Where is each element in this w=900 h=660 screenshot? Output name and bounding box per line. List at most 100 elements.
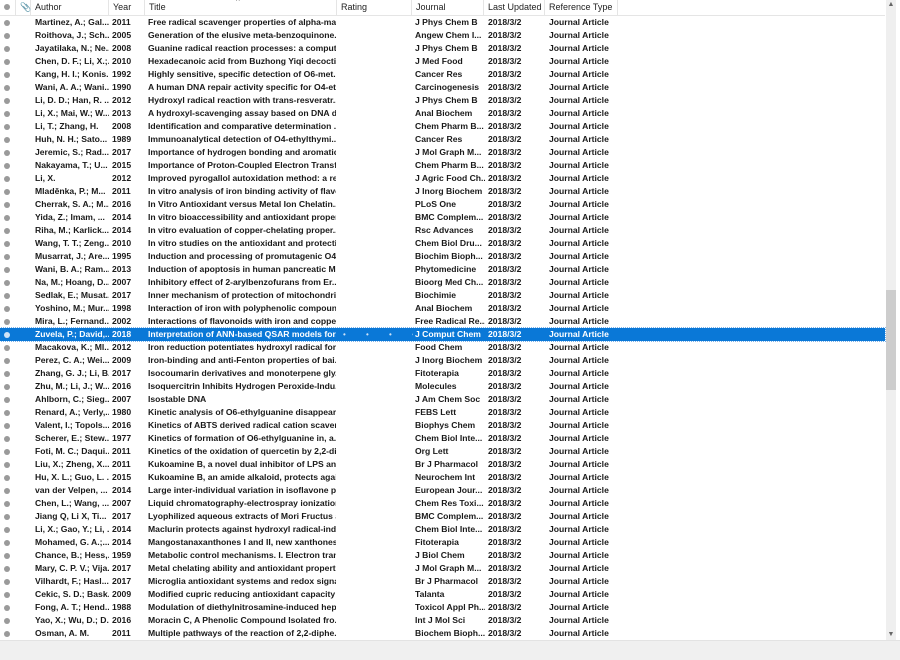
table-row[interactable]: van der Velpen, ... 2014 Large inter-indiv… [0, 484, 885, 497]
table-row[interactable]: Chance, B.; Hess,... 1959 Metabolic contro… [0, 549, 885, 562]
vertical-scrollbar[interactable]: ▲ ▼ [886, 0, 896, 640]
table-row[interactable]: Chen, D. F.; Li, X.;... 2010 Hexadecanoic … [0, 55, 885, 68]
table-row[interactable]: Wani, B. A.; Ram... 2013 Induction of apop… [0, 263, 885, 276]
table-row[interactable]: Cekic, S. D.; Bask... 2009 Modified cupric… [0, 588, 885, 601]
scroll-up-arrow-icon[interactable]: ▲ [886, 0, 896, 10]
table-row[interactable]: Zhu, M.; Li, J.; W... 2016 Isoquercitrin I… [0, 380, 885, 393]
last-updated-cell: 2018/3/2 [488, 290, 522, 300]
table-row[interactable]: Li, X.; Gao, Y.; Li, ... 2014 Maclurin pro… [0, 523, 885, 536]
table-row[interactable]: Jiang Q, Li X, Ti... 2017 Lyophilized aque… [0, 510, 885, 523]
table-row[interactable]: Hu, X. L.; Guo, L. ... 2015 Kukoamine B, a… [0, 471, 885, 484]
last-updated-cell: 2018/3/2 [488, 108, 522, 118]
year-cell: 2016 [112, 420, 132, 430]
table-row[interactable]: Mira, L.; Fernand... 2002 Interactions of … [0, 315, 885, 328]
table-row[interactable]: Fong, A. T.; Hend... 1988 Modulation of di… [0, 601, 885, 614]
table-row[interactable]: Mohamed, G. A.;... 2014 Mangostanaxanthone… [0, 536, 885, 549]
reference-type-cell: Journal Article [549, 563, 609, 573]
table-row[interactable]: Mladěnka, P.; M... 2011 In vitro analysis … [0, 185, 885, 198]
read-status-dot-icon [4, 163, 10, 169]
table-row[interactable]: Foti, M. C.; Daqui... 2011 Kinetics of the… [0, 445, 885, 458]
title-cell: Improved pyrogallol autoxidation method:… [148, 173, 336, 183]
table-row[interactable]: Musarrat, J.; Are... 1995 Induction and pr… [0, 250, 885, 263]
author-cell: Liu, X.; Zheng, X.... [35, 459, 109, 469]
read-status-dot-icon [4, 111, 10, 117]
table-row[interactable]: Wang, T. T.; Zeng... 2010 In vitro studies… [0, 237, 885, 250]
table-row[interactable]: Na, M.; Hoang, D... 2007 Inhibitory effect… [0, 276, 885, 289]
last-updated-cell: 2018/3/2 [488, 147, 522, 157]
table-row[interactable]: Chen, L.; Wang, ... 2007 Liquid chromatogr… [0, 497, 885, 510]
journal-cell: Free Radical Re... [415, 316, 485, 326]
last-updated-cell: 2018/3/2 [488, 329, 522, 339]
year-cell: 1990 [112, 82, 132, 92]
journal-cell: J Inorg Biochem [415, 355, 483, 365]
scrollbar-thumb[interactable] [886, 290, 896, 390]
author-cell: Yida, Z.; Imam, ... [35, 212, 105, 222]
reference-type-cell: Journal Article [549, 420, 609, 430]
read-status-dot-icon [4, 59, 10, 65]
title-cell: Modified cupric reducing antioxidant cap… [148, 589, 336, 599]
column-title[interactable]: Title [145, 0, 337, 15]
table-row[interactable]: Jayatilaka, N.; Ne... 2008 Guanine radical… [0, 42, 885, 55]
table-row[interactable]: Vilhardt, F.; Hasl... 2017 Microglia antio… [0, 575, 885, 588]
year-cell: 2007 [112, 498, 132, 508]
table-row[interactable]: Jeremic, S.; Rad... 2017 Importance of hyd… [0, 146, 885, 159]
table-row[interactable]: Sedlak, E.; Musat... 2017 Inner mechanism … [0, 289, 885, 302]
table-row[interactable]: Mary, C. P. V.; Vija... 2017 Metal chelati… [0, 562, 885, 575]
table-row[interactable]: Yoshino, M.; Mur... 1998 Interaction of ir… [0, 302, 885, 315]
last-updated-cell: 2018/3/2 [488, 30, 522, 40]
title-cell: Kukoamine B, an amide alkaloid, protects… [148, 472, 336, 482]
column-year[interactable]: Year [109, 0, 145, 15]
last-updated-cell: 2018/3/2 [488, 43, 522, 53]
title-cell: Highly sensitive, specific detection of … [148, 69, 336, 79]
title-cell: Importance of hydrogen bonding and aroma… [148, 147, 336, 157]
last-updated-cell: 2018/3/2 [488, 199, 522, 209]
read-status-dot-icon [4, 436, 10, 442]
read-status-dot-icon [4, 592, 10, 598]
table-row[interactable]: Li, D. D.; Han, R. ... 2012 Hydroxyl radic… [0, 94, 885, 107]
title-cell: Immunoanalytical detection of O4-ethylth… [148, 134, 336, 144]
table-row[interactable]: Zhang, G. J.; Li, B... 2017 Isocoumarin de… [0, 367, 885, 380]
table-row[interactable]: Riha, M.; Karlick... 2014 In vitro evaluat… [0, 224, 885, 237]
table-row[interactable]: Cherrak, S. A.; M... 2016 In Vitro Antioxi… [0, 198, 885, 211]
column-rating[interactable]: Rating [337, 0, 412, 15]
table-row[interactable]: Kang, H. I.; Konis... 1992 Highly sensitiv… [0, 68, 885, 81]
table-row[interactable]: Nakayama, T.; U... 2015 Importance of Prot… [0, 159, 885, 172]
table-row[interactable]: Yida, Z.; Imam, ... 2014 In vitro bioacces… [0, 211, 885, 224]
table-row[interactable]: Li, X. 2012 Improved pyrogallol autoxidati… [0, 172, 885, 185]
column-last-updated[interactable]: Last Updated [484, 0, 545, 15]
column-author[interactable]: Author [31, 0, 109, 15]
table-row[interactable]: Perez, C. A.; Wei... 2009 Iron-binding and… [0, 354, 885, 367]
scroll-down-arrow-icon[interactable]: ▼ [886, 630, 896, 640]
read-status-dot-icon [4, 488, 10, 494]
last-updated-cell: 2018/3/2 [488, 264, 522, 274]
title-cell: Induction of apoptosis in human pancreat… [148, 264, 336, 274]
column-reference-type[interactable]: Reference Type [545, 0, 618, 15]
table-row[interactable]: Ahlborn, C.; Sieg... 2007 Isostable DNA J A… [0, 393, 885, 406]
table-row[interactable]: Renard, A.; Verly,... 1980 Kinetic analysi… [0, 406, 885, 419]
journal-cell: Carcinogenesis [415, 82, 479, 92]
rating-stars[interactable]: • • • • • [343, 328, 413, 341]
read-status-dot-icon [4, 306, 10, 312]
table-row[interactable]: Macakova, K.; Ml... 2012 Iron reduction po… [0, 341, 885, 354]
table-row[interactable]: Zuvela, P.; David,... 2018 Interpretation … [0, 327, 886, 342]
column-attachment[interactable]: 📎 [16, 0, 31, 15]
last-updated-cell: 2018/3/2 [488, 69, 522, 79]
table-row[interactable]: Li, X.; Mai, W.; W... 2013 A hydroxyl-scav… [0, 107, 885, 120]
table-row[interactable]: Scherer, E.; Stew... 1977 Kinetics of form… [0, 432, 885, 445]
table-row[interactable]: Huh, N. H.; Sato... 1989 Immunoanalytical … [0, 133, 885, 146]
read-status-dot-icon [4, 85, 10, 91]
last-updated-cell: 2018/3/2 [488, 472, 522, 482]
table-row[interactable]: Yao, X.; Wu, D.; D... 2016 Moracin C, A Ph… [0, 614, 885, 627]
table-row[interactable]: Osman, A. M. 2011 Multiple pathways of the… [0, 627, 885, 640]
year-cell: 2011 [112, 446, 131, 456]
read-status-dot-icon [4, 46, 10, 52]
table-row[interactable]: Li, T.; Zhang, H. 2008 Identification and … [0, 120, 885, 133]
column-read-status[interactable] [0, 0, 16, 15]
table-row[interactable]: Wani, A. A.; Wani... 1990 A human DNA repa… [0, 81, 885, 94]
title-cell: A human DNA repair activity specific for… [148, 82, 336, 92]
table-row[interactable]: Martinez, A.; Gal... 2011 Free radical sca… [0, 16, 885, 29]
column-journal[interactable]: Journal [412, 0, 484, 15]
table-row[interactable]: Liu, X.; Zheng, X.... 2011 Kukoamine B, a … [0, 458, 885, 471]
table-row[interactable]: Roithova, J.; Sch... 2005 Generation of th… [0, 29, 885, 42]
table-row[interactable]: Valent, I.; Topols... 2016 Kinetics of ABT… [0, 419, 885, 432]
